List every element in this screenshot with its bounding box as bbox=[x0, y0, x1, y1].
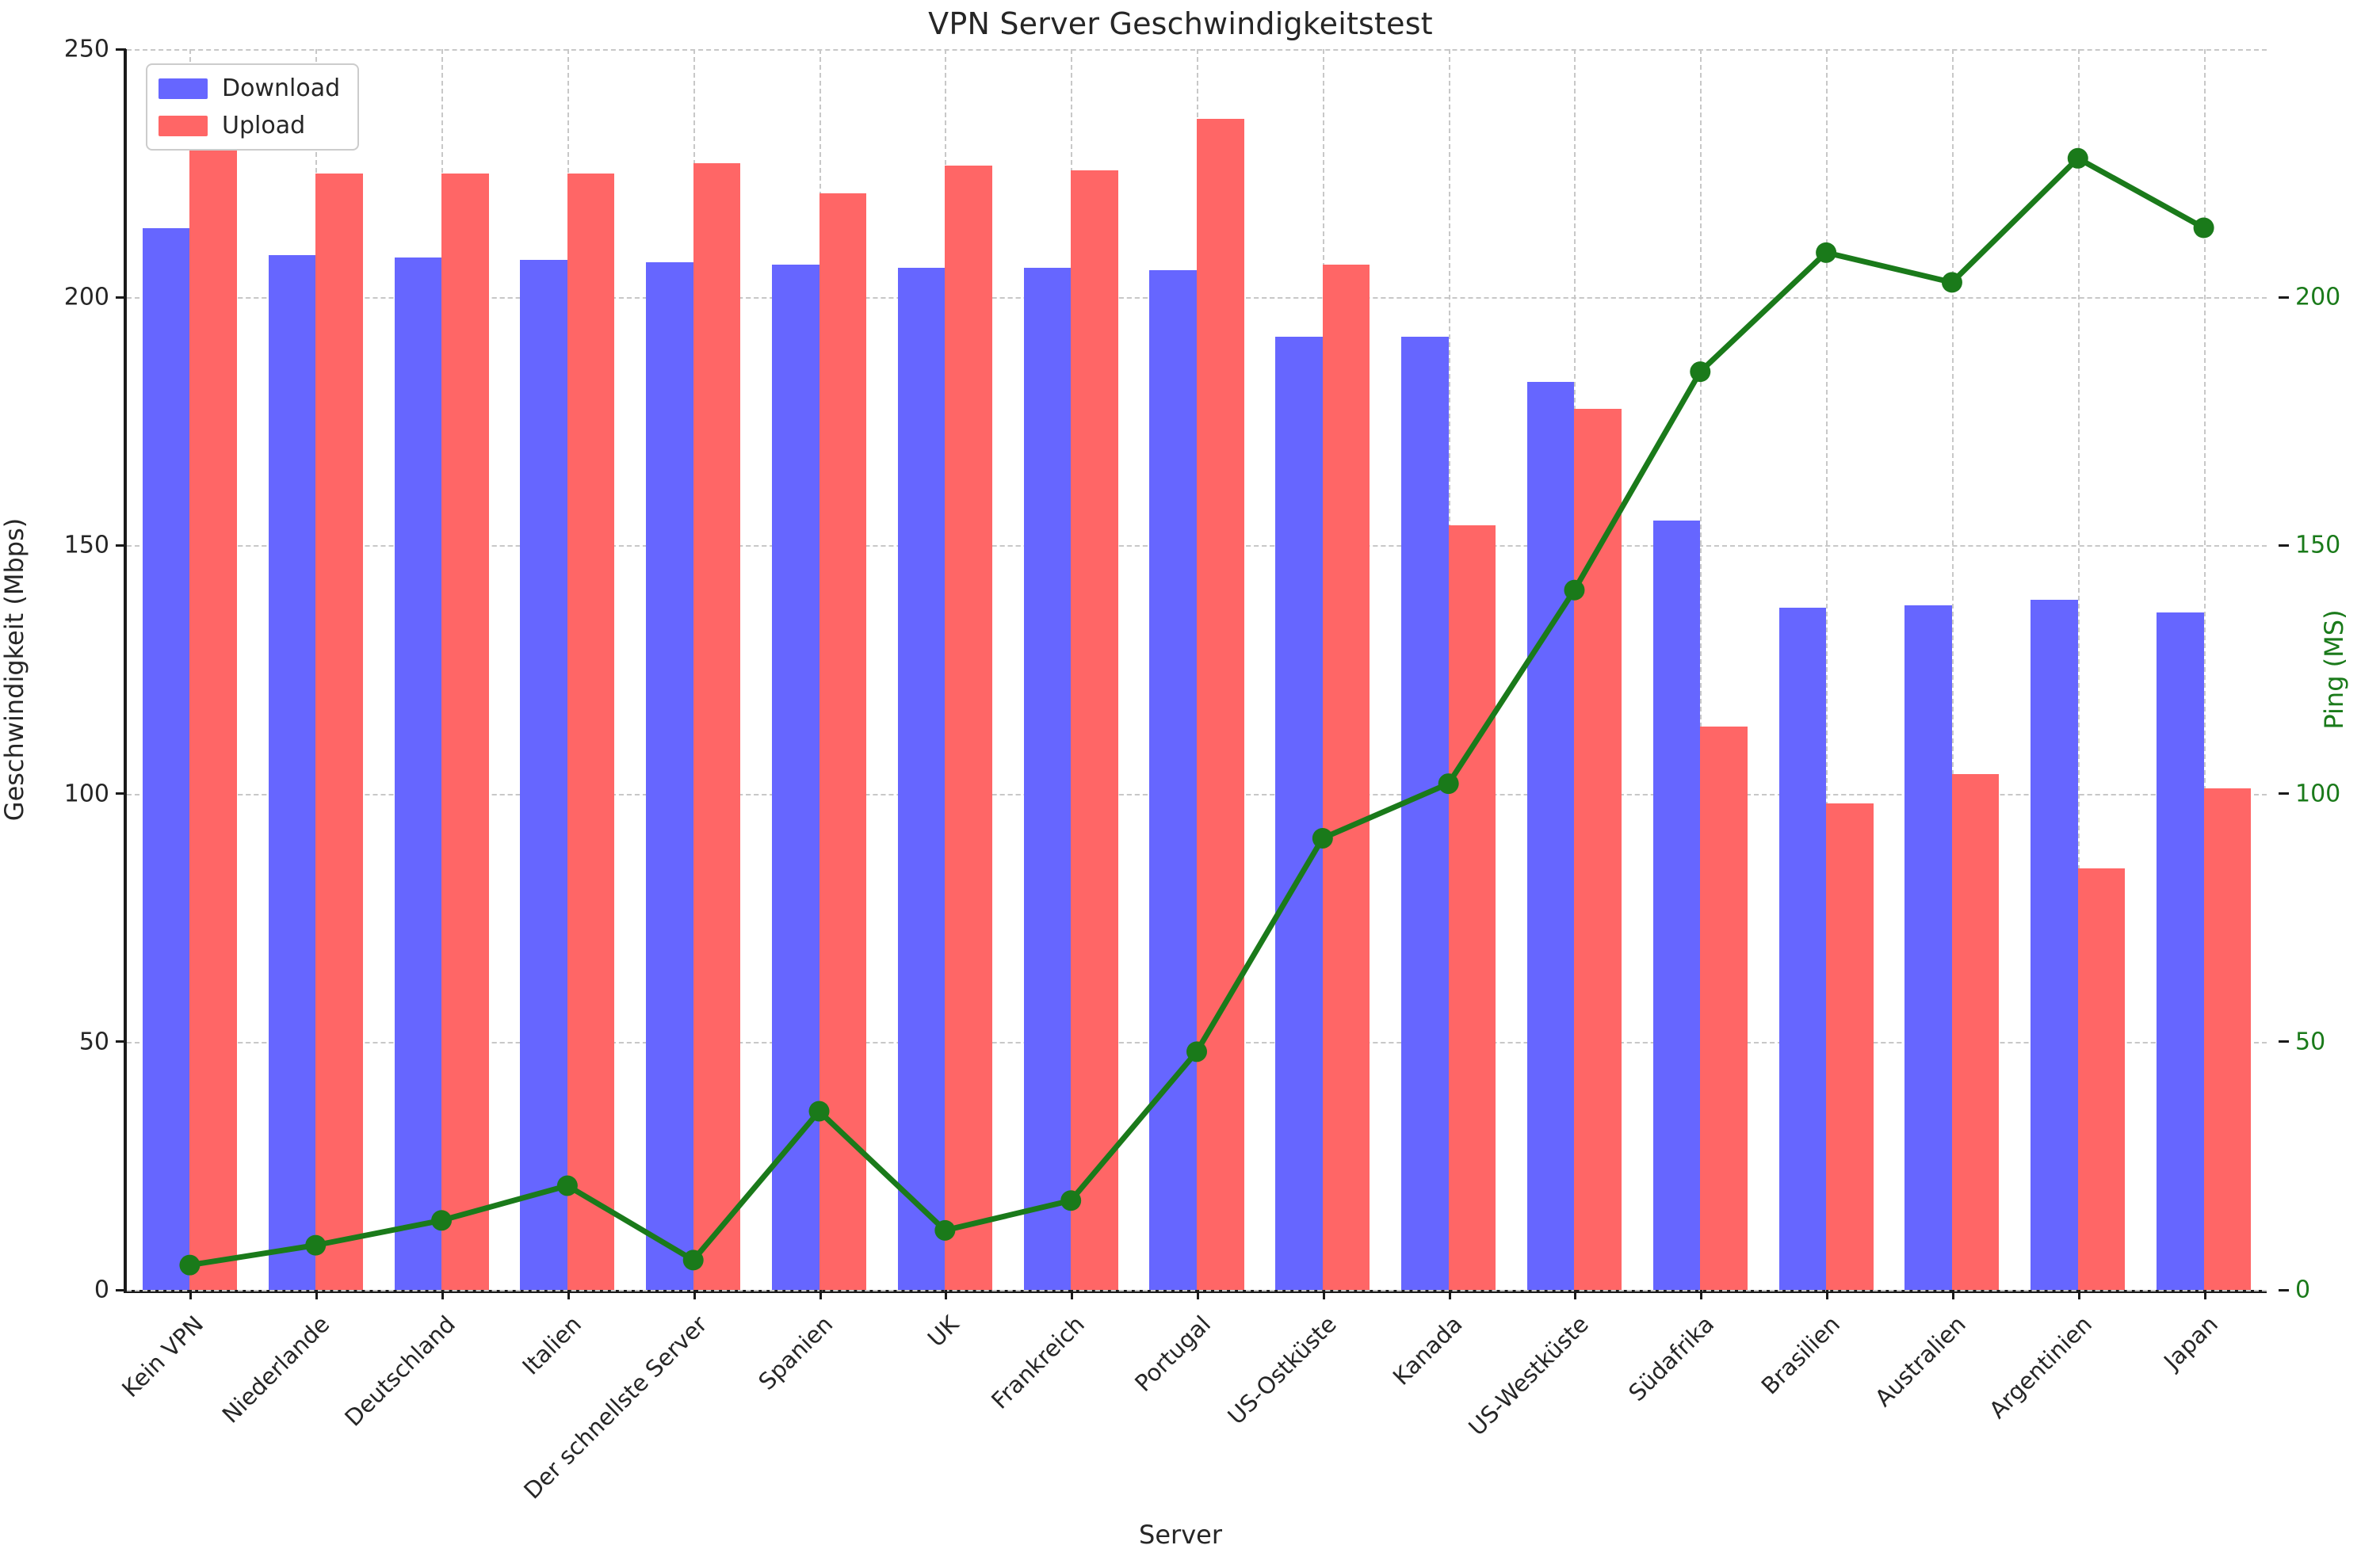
bar-upload bbox=[441, 173, 489, 1290]
x-axis-tick bbox=[2077, 1290, 2080, 1299]
x-axis-tick bbox=[1951, 1290, 1954, 1299]
ping-marker bbox=[1941, 272, 1962, 293]
x-axis-tick bbox=[1071, 1290, 1074, 1299]
y-axis-left-tick-label: 0 bbox=[94, 1276, 109, 1304]
plot-inner: 0 50 100 150 200 250 0 50 100 150 200 Kein VPN Nie… bbox=[64, 36, 2341, 1505]
x-axis-tick-label: Portugal bbox=[1129, 1310, 1217, 1397]
bar-upload bbox=[1574, 409, 1622, 1290]
bar-upload bbox=[693, 163, 741, 1290]
legend-label: Upload bbox=[222, 112, 306, 139]
legend-label: Download bbox=[222, 74, 341, 102]
y-axis-left-title: Geschwindigkeit (Mbps) bbox=[0, 517, 29, 822]
legend-item[interactable]: Upload bbox=[159, 112, 340, 139]
x-axis-tick-label: Spanien bbox=[753, 1310, 839, 1395]
x-axis-tick bbox=[1448, 1290, 1451, 1299]
bar-upload bbox=[2077, 868, 2126, 1290]
bar-download bbox=[1401, 337, 1449, 1290]
chart-figure: VPN Server Geschwindigkeitstest Geschwin… bbox=[0, 0, 2361, 1568]
x-axis-tick bbox=[1700, 1290, 1703, 1299]
x-axis-tick bbox=[1826, 1290, 1829, 1299]
bar-download bbox=[268, 254, 316, 1290]
bar-download bbox=[2031, 600, 2078, 1290]
x-axis-tick-label: US-Ostküste bbox=[1222, 1310, 1342, 1430]
bar-upload bbox=[1448, 525, 1496, 1290]
x-axis-tick-label: Deutschland bbox=[339, 1310, 461, 1432]
bar-upload bbox=[945, 166, 992, 1290]
x-axis-tick-label: UK bbox=[922, 1310, 965, 1352]
bar-download bbox=[142, 227, 190, 1290]
y-axis-right-tick-label: 150 bbox=[2295, 531, 2341, 559]
bar-upload bbox=[1071, 170, 1118, 1290]
x-axis-tick-label: US-Westküste bbox=[1462, 1310, 1594, 1441]
bar-upload bbox=[567, 173, 615, 1290]
bar-upload bbox=[1322, 265, 1370, 1290]
bar-download bbox=[646, 262, 693, 1290]
ping-marker bbox=[1690, 361, 1711, 383]
chart-legend[interactable]: Download Upload bbox=[146, 63, 360, 151]
y-axis-left-tick-label: 50 bbox=[78, 1028, 109, 1056]
y-axis-right-tick-label: 50 bbox=[2295, 1028, 2326, 1056]
bar-download bbox=[1275, 337, 1323, 1290]
bar-upload bbox=[819, 193, 867, 1290]
bar-upload bbox=[1951, 773, 2000, 1290]
bar-upload bbox=[2203, 788, 2252, 1290]
x-axis-tick bbox=[1574, 1290, 1577, 1299]
x-axis-tick bbox=[2203, 1290, 2206, 1299]
x-axis-tick bbox=[441, 1290, 445, 1299]
bar-download bbox=[771, 265, 819, 1290]
x-axis-tick bbox=[693, 1290, 696, 1299]
bar-upload bbox=[189, 109, 237, 1290]
ping-marker bbox=[2067, 147, 2088, 169]
bar-download bbox=[2157, 612, 2204, 1290]
chart-title: VPN Server Geschwindigkeitstest bbox=[928, 6, 1433, 41]
y-axis-right-tick-label: 100 bbox=[2295, 780, 2341, 808]
ping-marker bbox=[1816, 242, 1837, 263]
x-axis-tick bbox=[1322, 1290, 1325, 1299]
x-axis-tick bbox=[945, 1290, 948, 1299]
bar-download bbox=[1904, 605, 1952, 1290]
x-axis-tick-label: Japan bbox=[2158, 1310, 2223, 1375]
y-axis-left-tick-label: 100 bbox=[63, 780, 109, 808]
y-axis-left-tick-label: 250 bbox=[63, 35, 109, 63]
x-axis-tick-label: Australien bbox=[1870, 1310, 1971, 1412]
x-axis-tick-label: Kein VPN bbox=[117, 1310, 209, 1403]
y-axis-right-title: Ping (MS) bbox=[2319, 609, 2349, 730]
bar-upload bbox=[1700, 727, 1748, 1290]
plot-area: 0 50 100 150 200 250 0 50 100 150 200 Kein VPN Nie… bbox=[64, 36, 2341, 1505]
legend-item[interactable]: Download bbox=[159, 74, 340, 102]
x-axis-tick bbox=[1197, 1290, 1199, 1299]
x-axis-tick-label: Argentinien bbox=[1983, 1310, 2097, 1424]
x-axis-tick-label: Italien bbox=[517, 1310, 586, 1380]
bar-download bbox=[1652, 521, 1701, 1290]
x-axis-tick-label: Brasilien bbox=[1755, 1310, 1846, 1400]
gridline-horizontal bbox=[127, 49, 2267, 51]
x-axis-tick bbox=[819, 1290, 822, 1299]
bar-download bbox=[1149, 269, 1197, 1290]
y-axis-right-tick-label: 0 bbox=[2295, 1276, 2311, 1304]
x-axis-tick-label: Frankreich bbox=[986, 1310, 1091, 1414]
x-axis-tick bbox=[189, 1290, 193, 1299]
legend-swatch-icon bbox=[159, 115, 208, 136]
x-axis-tick-label: Südafrika bbox=[1623, 1310, 1720, 1407]
bar-download bbox=[897, 267, 946, 1290]
bar-upload bbox=[1197, 118, 1244, 1290]
x-axis-title: Server bbox=[1139, 1520, 1222, 1550]
y-axis-right-tick-label: 200 bbox=[2295, 283, 2341, 311]
y-axis-left-tick-label: 150 bbox=[63, 531, 109, 559]
bar-upload bbox=[315, 173, 363, 1290]
bar-download bbox=[394, 258, 442, 1290]
bar-download bbox=[1526, 381, 1575, 1290]
x-axis-tick-label: Niederlande bbox=[216, 1310, 335, 1429]
legend-swatch-icon bbox=[159, 78, 208, 99]
ping-marker bbox=[2193, 217, 2214, 238]
x-axis-tick bbox=[567, 1290, 570, 1299]
y-axis-left-tick-label: 200 bbox=[63, 283, 109, 311]
bar-download bbox=[1778, 607, 1827, 1290]
bar-download bbox=[1023, 267, 1072, 1290]
x-axis-tick-label: Kanada bbox=[1387, 1310, 1468, 1391]
bar-upload bbox=[1826, 803, 1874, 1290]
x-axis-tick bbox=[315, 1290, 319, 1299]
bar-download bbox=[520, 260, 567, 1290]
